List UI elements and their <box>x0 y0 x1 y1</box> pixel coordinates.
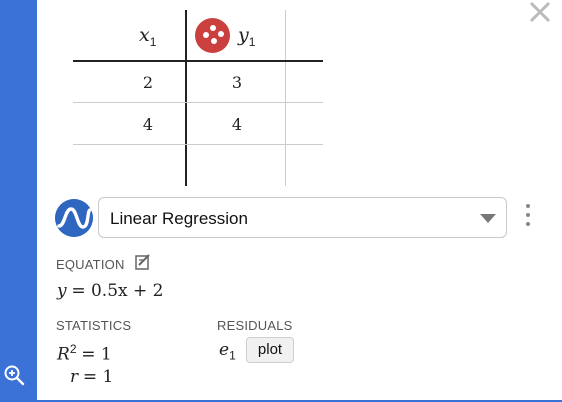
table-divider <box>185 10 187 186</box>
table-cell-y[interactable]: 4 <box>217 115 257 134</box>
table-divider <box>285 10 286 186</box>
y-header-base: y <box>238 24 249 46</box>
zoom-in-icon[interactable] <box>3 364 25 386</box>
table-rule <box>73 144 323 145</box>
kebab-menu-icon[interactable] <box>523 204 533 232</box>
regression-panel: x1 y1 2 3 4 4 Linear Regression EQUATION <box>37 0 562 402</box>
residual-variable: e1 <box>219 340 236 362</box>
table-cell-y[interactable]: 3 <box>217 73 257 92</box>
r-stat: r = 1 <box>70 367 113 387</box>
regression-model-icon <box>55 199 93 237</box>
r-squared-stat: R2 = 1 <box>57 342 112 365</box>
x-header-base: x <box>139 24 150 46</box>
regression-equation: y = 0.5x + 2 <box>57 281 163 301</box>
r-squared-base: R <box>57 344 70 365</box>
table-cell-x[interactable]: 4 <box>128 115 168 134</box>
statistics-label: STATISTICS <box>56 318 132 333</box>
residual-var-sub: 1 <box>229 348 236 363</box>
close-icon[interactable] <box>526 0 554 26</box>
r-base: r <box>70 367 79 387</box>
regression-model-label: Linear Regression <box>110 209 248 228</box>
residuals-label: RESIDUALS <box>217 318 293 333</box>
column-header-y[interactable]: y1 <box>238 24 255 49</box>
chevron-down-icon <box>480 214 496 223</box>
point-style-badge-icon[interactable] <box>195 18 230 53</box>
x-header-sub: 1 <box>149 34 157 49</box>
column-header-x[interactable]: x1 <box>139 24 156 49</box>
y-header-sub: 1 <box>248 34 256 49</box>
plot-residuals-button[interactable]: plot <box>246 337 294 363</box>
edit-icon[interactable] <box>135 254 151 270</box>
r-squared-sup: 2 <box>69 342 77 356</box>
equation-label: EQUATION <box>56 257 125 272</box>
table-cell-x[interactable]: 2 <box>128 73 168 92</box>
data-table: x1 y1 2 3 4 4 <box>73 10 325 186</box>
regression-model-select[interactable]: Linear Regression <box>98 197 507 238</box>
residual-var-base: e <box>219 340 230 360</box>
equation-rhs: = 0.5x + 2 <box>71 281 164 301</box>
equation-lhs: y <box>57 281 67 301</box>
left-sidebar <box>0 0 37 402</box>
r-value: = 1 <box>82 367 114 387</box>
r-squared-value: = 1 <box>81 344 112 365</box>
table-rule <box>73 102 323 103</box>
table-header-rule <box>73 60 323 62</box>
